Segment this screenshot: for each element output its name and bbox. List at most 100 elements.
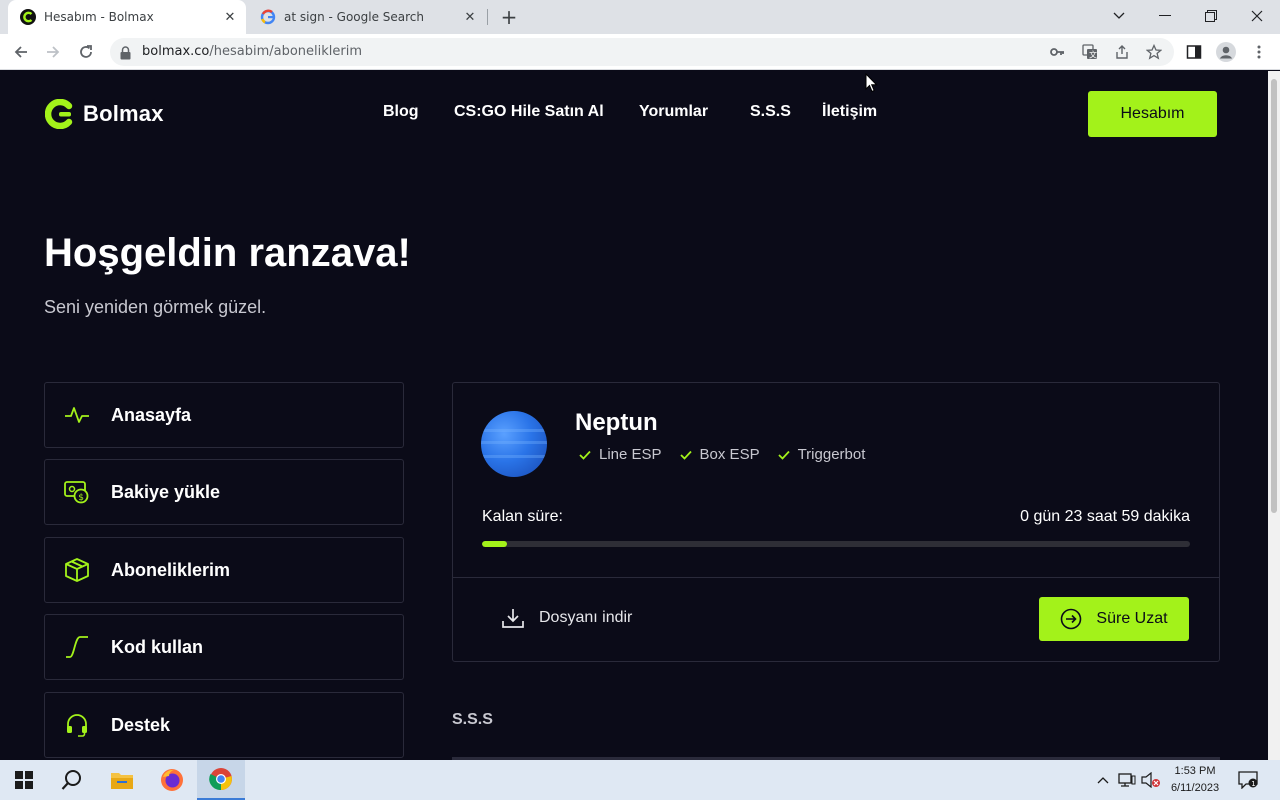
svg-text:文: 文 [1089,50,1097,60]
page-title: Hoşgeldin ranzava! [44,231,411,275]
close-window-button[interactable] [1234,0,1280,32]
sidebar-item-label: Kod kullan [111,636,204,657]
scrollbar-thumb[interactable] [1271,79,1277,513]
url-path: /hesabim/aboneliklerim [209,44,363,59]
clock-date: 6/11/2023 [1170,782,1220,794]
windows-start-icon[interactable] [0,760,48,800]
curve-icon [64,634,90,660]
svg-text:$: $ [78,493,84,503]
tray-chevron-up-icon[interactable] [1093,770,1113,790]
check-icon [579,450,591,460]
remaining-time-label: Kalan süre: [482,508,563,525]
restore-button[interactable] [1188,0,1234,32]
translate-icon[interactable]: 文 [1079,41,1101,63]
download-file-link[interactable]: Dosyanı indir [501,607,632,629]
remaining-time-value: 0 gün 23 saat 59 dakika [1020,508,1190,525]
tab-hesabim[interactable]: Hesabım - Bolmax ✕ [8,0,246,34]
sidebar-item-label: Anasayfa [111,404,192,425]
bolmax-favicon-icon [20,9,36,25]
progress-fill [482,541,507,547]
new-tab-button[interactable]: + [498,5,520,29]
address-bar[interactable]: bolmax.co/hesabim/aboneliklerim [110,38,1174,66]
notification-center-icon[interactable]: 1 [1238,770,1258,790]
feature-item: Line ESP [579,446,662,463]
network-icon[interactable] [1117,770,1137,790]
box-icon [64,557,90,583]
page-scrollbar[interactable] [1268,71,1280,760]
firefox-icon[interactable] [148,760,196,800]
tab-title: at sign - Google Search [284,10,424,24]
google-favicon-icon [260,9,276,25]
check-icon [777,450,790,460]
sidebar-item-bakiye-yukle[interactable]: $ Bakiye yükle [44,459,404,525]
forward-arrow-icon[interactable] [42,41,64,63]
sidebar-item-aboneliklerim[interactable]: Aboneliklerim [44,537,404,603]
chrome-menu-icon[interactable] [1248,41,1270,63]
chrome-taskbar-icon[interactable] [197,760,245,800]
clock-time: 1:53 PM [1174,765,1216,777]
account-button[interactable]: Hesabım [1088,91,1217,137]
nav-blog[interactable]: Blog [383,103,419,121]
extend-subscription-button[interactable]: Süre Uzat [1039,597,1189,641]
arrow-circle-right-icon [1061,608,1082,630]
sidebar-item-kod-kullan[interactable]: Kod kullan [44,614,404,680]
plan-name: Neptun [575,409,658,436]
feature-list: Line ESP Box ESP Triggerbot [579,446,865,463]
sidebar-item-destek[interactable]: Destek [44,692,404,758]
notification-count: 1 [1251,780,1255,788]
feature-label: Line ESP [599,446,662,463]
key-icon[interactable] [1046,41,1068,63]
profile-avatar-icon[interactable] [1215,41,1237,63]
close-tab-icon[interactable]: ✕ [220,7,240,27]
minimize-button[interactable] [1142,0,1188,32]
subscription-card: Neptun Line ESP Box ESP Triggerbot Kalan… [452,382,1220,662]
nav-sss[interactable]: S.S.S [750,103,791,121]
check-icon [679,450,692,460]
tab-title: Hesabım - Bolmax [44,10,154,24]
site-logo[interactable]: Bolmax [45,99,164,129]
side-panel-icon[interactable] [1183,41,1205,63]
sidebar-item-anasayfa[interactable]: Anasayfa [44,382,404,448]
windows-taskbar: 1:53 PM 6/11/2023 1 [0,760,1280,800]
page-subtitle: Seni yeniden görmek güzel. [44,297,267,317]
page-content: Bolmax Blog CS:GO Hile Satın Al Yorumlar… [0,71,1268,760]
card-divider [453,577,1219,578]
tab-search-chevron-icon[interactable] [1096,0,1142,32]
tab-google-search[interactable]: at sign - Google Search ✕ [250,0,486,34]
tab-separator [487,9,488,25]
file-explorer-icon[interactable] [98,760,146,800]
nav-iletisim[interactable]: İletişim [822,103,877,121]
headset-icon [64,712,90,738]
faq-heading: S.S.S [452,711,493,728]
url-host: bolmax.co [142,44,210,59]
remaining-time-progress [482,541,1190,547]
system-clock[interactable]: 1:53 PM 6/11/2023 [1160,763,1230,797]
download-label: Dosyanı indir [539,609,633,626]
share-icon[interactable] [1111,41,1133,63]
mouse-cursor-icon [865,73,878,93]
search-icon[interactable] [48,760,96,800]
sidebar-item-label: Destek [111,714,171,735]
close-tab-icon[interactable]: ✕ [460,7,480,27]
url-text[interactable]: bolmax.co/hesabim/aboneliklerim [142,44,362,59]
browser-toolbar: bolmax.co/hesabim/aboneliklerim 文 [0,34,1280,70]
bookmark-star-icon[interactable] [1143,41,1165,63]
lock-icon[interactable] [120,45,131,64]
feature-label: Triggerbot [797,446,866,463]
volume-muted-icon[interactable] [1141,770,1161,790]
reload-icon[interactable] [75,41,97,63]
feature-item: Triggerbot [777,446,866,463]
sidebar-item-label: Bakiye yükle [111,481,221,502]
brand-name: Bolmax [83,101,164,126]
download-icon [502,609,524,628]
feature-item: Box ESP [679,446,760,463]
nav-yorumlar[interactable]: Yorumlar [639,103,708,121]
feature-label: Box ESP [699,446,760,463]
wallet-icon: $ [64,479,90,505]
activity-icon [64,402,90,428]
bolmax-logo-icon [45,99,73,129]
planet-image [481,411,547,477]
nav-csgo-hile[interactable]: CS:GO Hile Satın Al [454,103,604,121]
back-arrow-icon[interactable] [10,41,32,63]
browser-tab-strip: Hesabım - Bolmax ✕ at sign - Google Sear… [0,0,1280,34]
